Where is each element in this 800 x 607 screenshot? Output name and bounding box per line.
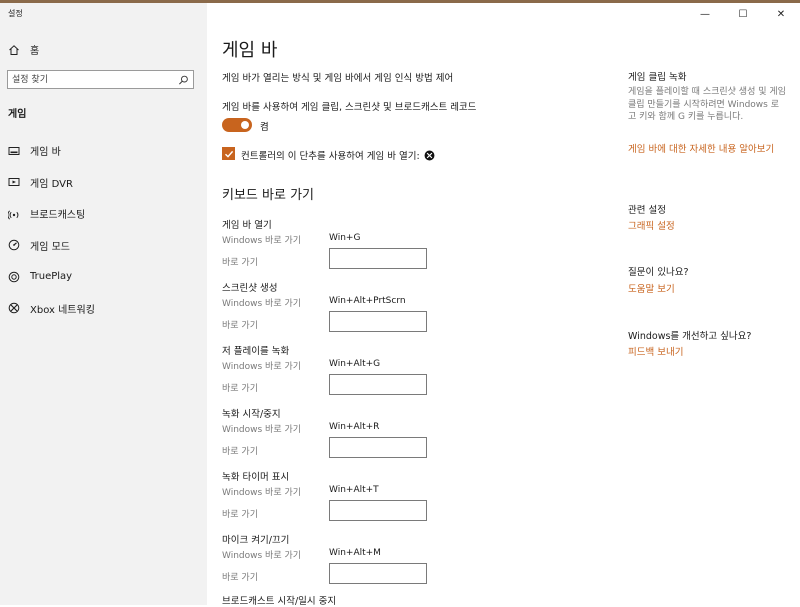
custom-shortcut-input[interactable] [330,312,426,331]
windows-shortcut-value: Win+Alt+R [329,422,380,432]
controller-checkbox-label: 컨트롤러의 이 단추를 사용하여 게임 바 열기: [241,148,435,162]
sidebar-item-game-mode[interactable]: 게임 모드 [8,230,198,262]
windows-shortcut-value: Win+Alt+M [329,548,381,558]
controller-checkbox[interactable] [222,147,235,160]
custom-shortcut-field[interactable] [329,374,427,395]
close-button[interactable]: ✕ [762,3,800,25]
controller-label-text: 컨트롤러의 이 단추를 사용하여 게임 바 열기: [241,151,420,162]
sidebar-item-label: Xbox 네트워킹 [30,304,95,316]
settings-window: 설정 홈 게임 게임 바 [0,3,800,607]
custom-shortcut-input[interactable] [330,249,426,268]
windows-shortcut-label: Windows 바로 가기 [222,236,302,246]
search-box[interactable] [7,70,194,89]
custom-shortcut-field[interactable] [329,563,427,584]
shortcut-title: 마이크 켜기/끄기 [222,535,290,546]
custom-shortcut-label: 바로 가기 [222,321,258,331]
broadcast-icon [8,208,20,220]
sidebar-item-game-bar[interactable]: 게임 바 [8,135,198,167]
sidebar-item-broadcasting[interactable]: 브로드캐스팅 [8,198,198,230]
custom-shortcut-label: 바로 가기 [222,510,258,520]
sidebar-item-label: 게임 DVR [30,178,73,190]
search-icon[interactable] [178,74,189,85]
sidebar-nav: 게임 바 게임 DVR 브로드캐스팅 게임 모드 TruePlay Xbox 네… [8,135,198,324]
shortcut-title: 녹화 시작/중지 [222,409,281,420]
windows-shortcut-label: Windows 바로 가기 [222,299,302,309]
sidebar-item-label: 브로드캐스팅 [30,210,86,222]
record-toggle[interactable] [222,118,252,132]
shortcut-title: 스크린샷 생성 [222,283,278,294]
xbox-icon [8,302,20,314]
page-description: 게임 바가 열리는 방식 및 게임 바에서 게임 인식 방법 제어 [222,73,454,84]
sidebar-section-label: 게임 [8,109,27,120]
page-title: 게임 바 [222,40,278,61]
custom-shortcut-label: 바로 가기 [222,573,258,583]
windows-shortcut-label: Windows 바로 가기 [222,551,302,561]
graphics-settings-link[interactable]: 그래픽 설정 [628,220,788,233]
sidebar-item-trueplay[interactable]: TruePlay [8,261,198,293]
maximize-button[interactable]: ☐ [724,3,762,25]
windows-shortcut-value: Win+G [329,233,361,243]
toggle-knob [241,121,249,129]
windows-shortcut-value: Win+Alt+G [329,359,381,369]
custom-shortcut-field[interactable] [329,311,427,332]
custom-shortcut-input[interactable] [330,501,426,520]
checkmark-icon [224,150,233,158]
shortcut-title: 녹화 타이머 표시 [222,472,290,483]
custom-shortcut-input[interactable] [330,438,426,457]
shortcut-title: 게임 바 열기 [222,220,272,231]
sidebar: 설정 홈 게임 게임 바 [0,3,207,605]
home-icon [8,44,20,56]
custom-shortcut-label: 바로 가기 [222,258,258,268]
custom-shortcut-field[interactable] [329,437,427,458]
custom-shortcut-field[interactable] [329,500,427,521]
trueplay-icon [8,271,20,283]
sidebar-item-label: 게임 모드 [30,241,70,253]
custom-shortcut-label: 바로 가기 [222,384,258,394]
custom-shortcut-input[interactable] [330,375,426,394]
windows-shortcut-label: Windows 바로 가기 [222,425,302,435]
help-title: 질문이 있나요? [628,267,689,278]
windows-shortcut-value: Win+Alt+T [329,485,379,495]
custom-shortcut-input[interactable] [330,564,426,583]
window-controls: — ☐ ✕ [680,3,800,25]
keyboard-shortcuts-heading: 키보드 바로 가기 [222,188,314,203]
minimize-button[interactable]: — [686,3,724,25]
dvr-icon [8,176,20,188]
custom-shortcut-label: 바로 가기 [222,447,258,457]
send-feedback-link[interactable]: 피드백 보내기 [628,346,788,359]
game-mode-icon [8,239,20,251]
game-bar-icon [8,145,20,157]
sidebar-item-label: 홈 [30,46,40,57]
custom-shortcut-field[interactable] [329,248,427,269]
sidebar-item-xbox-networking[interactable]: Xbox 네트워킹 [8,293,198,325]
sidebar-item-label: 게임 바 [30,147,61,159]
sidebar-item-game-dvr[interactable]: 게임 DVR [8,167,198,199]
toggle-state-label: 켬 [260,122,269,133]
sidebar-item-home[interactable]: 홈 [8,42,39,57]
window-title: 설정 [8,9,23,18]
clip-info-text: 게임을 플레이할 때 스크린샷 생성 및 게임 클립 만들기를 시작하려면 Wi… [628,87,786,122]
related-settings-title: 관련 설정 [628,205,666,216]
windows-shortcut-label: Windows 바로 가기 [222,362,302,372]
xbox-button-icon [424,150,435,160]
shortcut-title: 저 플레이를 녹화 [222,346,290,357]
windows-shortcut-label: Windows 바로 가기 [222,488,302,498]
sidebar-item-label: TruePlay [30,271,73,283]
record-setting-label: 게임 바를 사용하여 게임 클립, 스크린샷 및 브로드캐스트 레코드 [222,102,477,113]
feedback-title: Windows를 개선하고 싶나요? [628,331,752,342]
get-help-link[interactable]: 도움말 보기 [628,283,788,296]
learn-more-link[interactable]: 게임 바에 대한 자세한 내용 알아보기 [628,143,788,156]
clip-info-title: 게임 클립 녹화 [628,72,687,83]
search-input[interactable] [12,73,172,86]
windows-shortcut-value: Win+Alt+PrtScrn [329,296,406,306]
